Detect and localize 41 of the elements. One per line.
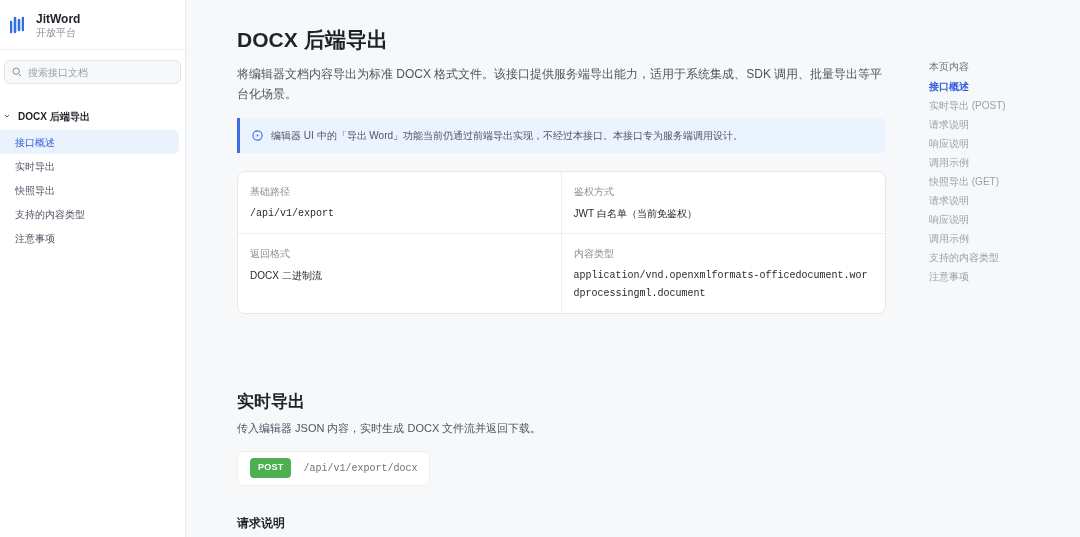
toc-title: 本页内容 [929, 60, 970, 74]
logo-icon [10, 15, 24, 34]
field-label: 鉴权方式 [573, 185, 615, 199]
toc-link[interactable]: 支持的内容类型 [929, 250, 1069, 269]
page-title: DOCX 后端导出 [237, 27, 389, 53]
toc-link[interactable]: 实时导出 (POST) [929, 98, 1069, 117]
field-label: 基础路径 [250, 185, 291, 199]
search-field[interactable]: 搜索接口文档 [4, 60, 181, 84]
toc-link[interactable]: 请求说明 [929, 117, 1069, 136]
field-label: 返回格式 [250, 247, 291, 261]
toc-link[interactable]: 调用示例 [929, 155, 1069, 174]
callout-text: 编辑器 UI 中的「导出 Word」功能当前仍通过前端导出实现，不经过本接口。本接口专为服务端调用设计。 [271, 129, 744, 143]
toc-link[interactable]: 响应说明 [929, 212, 1069, 231]
nav-item[interactable]: 实时导出 [0, 154, 179, 178]
field-value: DOCX 二进制流 [250, 269, 323, 283]
field-value: application/vnd.openxmlformats-officedocument.wordprocessingml.document [573, 269, 869, 301]
method-badge: POST [250, 458, 292, 478]
intro-text: 将编辑器文档内容导出为标准 DOCX 格式文件。该接口提供服务端导出能力，适用于系统集成、SDK 调用、批量导出等平台化场景。 [237, 66, 884, 103]
info-icon [252, 130, 263, 141]
brand-subtitle: 开放平台 [36, 26, 77, 39]
toc-link[interactable]: 请求说明 [929, 193, 1069, 212]
nav-item[interactable]: 接口概述 [0, 130, 179, 154]
field-value: /api/v1/export [250, 207, 335, 221]
chevron-icon [4, 113, 10, 119]
toc-link[interactable]: 接口概述 [929, 79, 1069, 98]
toc-link[interactable]: 响应说明 [929, 136, 1069, 155]
subsection-title: 请求说明 [237, 514, 286, 532]
section-title: 实时导出 [237, 391, 306, 413]
toc-link[interactable]: 快照导出 (GET) [929, 174, 1069, 193]
toc-link[interactable]: 注意事项 [929, 269, 1069, 288]
field-label: 内容类型 [573, 247, 615, 261]
brand-name: JitWord [36, 10, 81, 27]
nav-group[interactable]: DOCX 后端导出 [0, 104, 185, 128]
search-icon [12, 67, 22, 77]
field-value: JWT 白名单（当前免鉴权） [573, 207, 698, 221]
section-description: 传入编辑器 JSON 内容，实时生成 DOCX 文件流并返回下载。 [237, 421, 543, 436]
nav-item[interactable]: 支持的内容类型 [0, 202, 179, 226]
nav-item[interactable]: 快照导出 [0, 178, 179, 202]
endpoint-path: /api/v1/export/docx [303, 461, 418, 476]
nav-item[interactable]: 注意事项 [0, 226, 179, 250]
toc-link[interactable]: 调用示例 [929, 231, 1069, 250]
